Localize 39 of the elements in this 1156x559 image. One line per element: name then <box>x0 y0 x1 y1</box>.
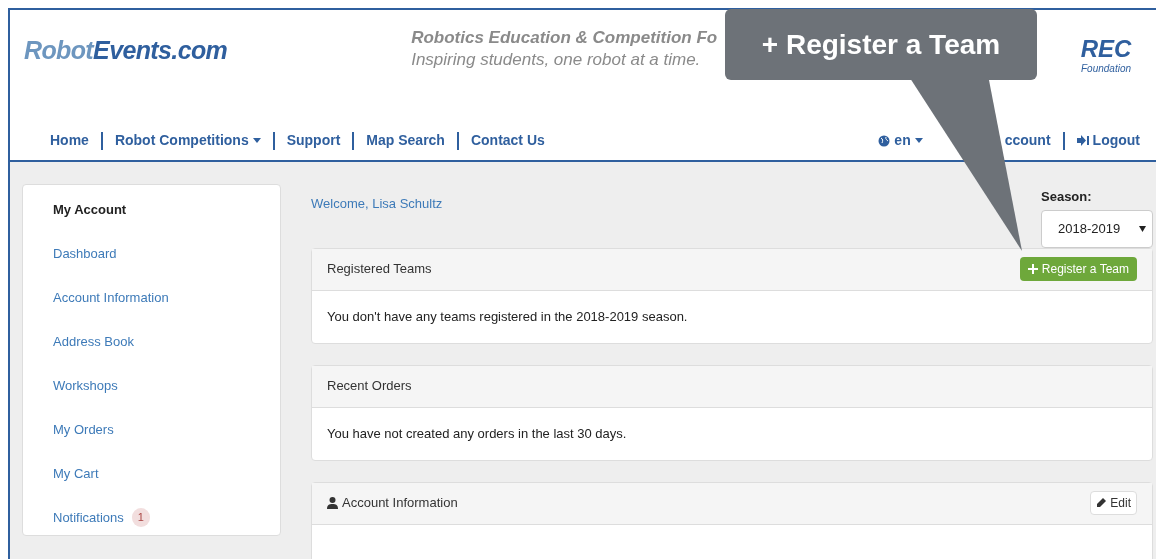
site-logo[interactable]: RobotEvents.com <box>24 32 228 70</box>
sidebar-link[interactable]: Dashboard <box>53 243 117 264</box>
tagline-text: Inspiring students, one robot at a time. <box>411 49 702 71</box>
foundation-logo[interactable]: REC Foundation <box>1070 20 1142 92</box>
caret-icon <box>1139 225 1146 232</box>
sidebar-link[interactable]: Workshops <box>53 375 118 396</box>
sidebar-link[interactable]: My Cart <box>53 463 99 484</box>
nav-link[interactable]: Contact Us <box>470 130 545 151</box>
sidebar-link[interactable]: Account Information <box>53 287 169 308</box>
caret-icon <box>252 138 261 143</box>
nav-link[interactable]: Robot Competitions <box>114 130 261 151</box>
sidebar-title: My Account <box>53 201 128 219</box>
language-menu[interactable]: en <box>878 130 923 151</box>
season-label: Season: <box>1041 188 1092 206</box>
tagline-text: Robotics Education & Competition Fo <box>411 27 718 49</box>
callout-box: + Register a Team <box>725 9 1037 80</box>
logout-link[interactable]: Logout <box>1076 130 1140 151</box>
sidebar-link[interactable]: My Orders <box>53 419 114 440</box>
season-select[interactable]: 2018-2019 <box>1041 209 1153 248</box>
welcome-text: Welcome, Lisa Schultz <box>311 195 443 213</box>
user-icon <box>327 497 338 509</box>
globe-icon <box>878 134 891 147</box>
panel-title: Account Information <box>342 494 458 513</box>
nav-link[interactable]: Map Search <box>366 130 445 151</box>
panel-title: Recent Orders <box>327 377 412 396</box>
notification-count: 1 <box>131 508 150 527</box>
logout-icon <box>1076 135 1089 146</box>
panel-text: You don't have any teams registered in the 2018-2019 season. <box>327 307 688 326</box>
pencil-icon <box>1096 498 1107 508</box>
sidebar-link[interactable]: Notifications <box>53 507 124 528</box>
sidebar-link[interactable]: Address Book <box>53 331 134 352</box>
nav-link[interactable]: Support <box>286 130 341 151</box>
panel-text: You have not created any orders in the last 30 days. <box>327 424 627 443</box>
nav-link[interactable]: Home <box>50 130 89 151</box>
panel-title: Registered Teams <box>327 260 432 279</box>
account-link[interactable]: ccount <box>1004 130 1051 151</box>
caret-icon <box>914 138 923 143</box>
edit-button[interactable]: Edit <box>1090 491 1137 515</box>
plus-icon <box>1027 264 1038 274</box>
